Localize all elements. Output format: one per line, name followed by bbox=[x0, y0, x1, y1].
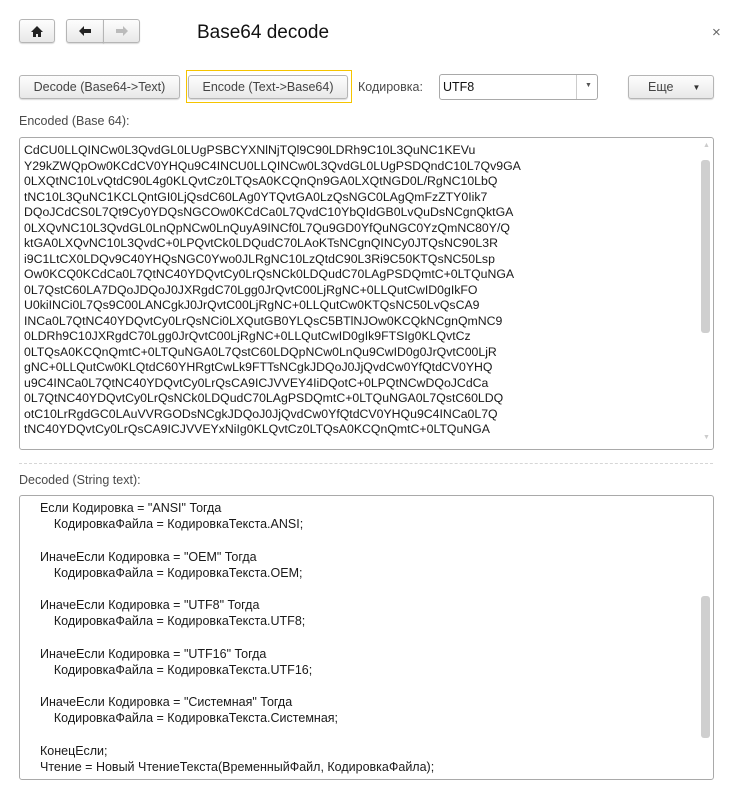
text-line bbox=[40, 532, 434, 548]
text-line: Y29kZWQpOw0KCdCV0YHQu9C4INCU0LLQINCw0L3Q… bbox=[24, 158, 521, 173]
page-title: Base64 decode bbox=[197, 22, 330, 43]
close-icon[interactable]: × bbox=[712, 24, 721, 41]
encoding-label: Кодировка: bbox=[358, 80, 423, 94]
dropdown-arrow-icon: ▼ bbox=[692, 82, 701, 92]
text-line: 0LDRh9C10JXRgdC70Lgg0JrQvtC00LjRgNC+0LLQ… bbox=[24, 329, 471, 343]
text-line: DQoJCdCS0L7Qt9Cy0YDQsNGCOw0KCdCa0L7QvdC1… bbox=[24, 205, 514, 219]
arrow-left-icon bbox=[79, 26, 91, 36]
text-line: КодировкаФайла = КодировкаТекста.UTF16; bbox=[40, 662, 313, 677]
text-line: ИначеЕсли Кодировка = "Системная" Тогда bbox=[40, 695, 293, 710]
text-line: u9C4INCa0L7QtNC40YDQvtCy0LrQsCA9ICJVVEY4… bbox=[24, 375, 489, 390]
text-line: 0LXQvNC10L3QvdGL0LnQpNCw0LnQuyA9INCf0L7Q… bbox=[24, 220, 510, 235]
forward-button[interactable] bbox=[103, 19, 140, 43]
encoded-scrollbar-thumb[interactable] bbox=[701, 160, 710, 333]
text-line: 0L7QtNC40YDQvtCy0LrQsNCk0LDQudC70LAgPSDQ… bbox=[24, 391, 504, 405]
text-line: 0L7QstC60LA7DQoJDQoJ0JXRgdC70Lgg0JrQvtC0… bbox=[24, 282, 478, 297]
text-line: U0kiINCi0L7Qs9C00LANCgkJ0JrQvtC00LjRgNC+… bbox=[24, 298, 480, 312]
text-line: 0LXQtNC10LvQtdC90L4g0KLQvtCz0LTQsA0KCQnQ… bbox=[24, 174, 498, 188]
text-line bbox=[40, 727, 434, 743]
encoded-label: Encoded (Base 64): bbox=[19, 114, 130, 128]
text-line: i9C1LtCX0LDQv9C40YHQsNGC0Ywo0JLRgNC10LzQ… bbox=[24, 251, 495, 266]
text-line: КодировкаФайла = КодировкаТекста.OEM; bbox=[40, 565, 303, 580]
chevron-down-icon[interactable]: ▼ bbox=[585, 82, 592, 89]
text-line: Если Кодировка = "ANSI" Тогда bbox=[40, 501, 222, 515]
encode-button[interactable]: Encode (Text->Base64) bbox=[188, 75, 348, 99]
text-line: ktGA0LXQvNC10L3QvdC+0LPQvtCk0LDQudC70LAo… bbox=[24, 236, 498, 250]
decoded-label: Decoded (String text): bbox=[19, 473, 141, 487]
text-line: 0LTQsA0KCQnQmtC+0LTQuNGA0L7QstC60LDQpNCw… bbox=[24, 344, 497, 359]
back-button[interactable] bbox=[66, 19, 104, 43]
text-line: ИначеЕсли Кодировка = "UTF16" Тогда bbox=[40, 646, 267, 661]
text-line: INCa0L7QtNC40YDQvtCy0LrQsNCi0LXQutGB0YLQ… bbox=[24, 313, 503, 328]
encoded-textarea[interactable]: CdCU0LLQINCw0L3QvdGL0LUgPSBCYXNlNjTQl9C9… bbox=[19, 137, 714, 450]
text-line: gNC+0LLQutCw0KLQtdC60YHRgtCwLk9FTTsNCgkJ… bbox=[24, 360, 493, 374]
decoded-textarea[interactable]: Если Кодировка = "ANSI" Тогда КодировкаФ… bbox=[19, 495, 714, 780]
decode-button[interactable]: Decode (Base64->Text) bbox=[19, 75, 180, 99]
text-line bbox=[40, 581, 434, 597]
more-button[interactable]: Еще ▼ bbox=[628, 75, 714, 99]
encoding-select[interactable]: UTF8 ▼ bbox=[439, 74, 598, 100]
text-line: ИначеЕсли Кодировка = "OEM" Тогда bbox=[40, 549, 257, 564]
home-icon bbox=[31, 25, 43, 37]
text-line: CdCU0LLQINCw0L3QvdGL0LUgPSBCYXNlNjTQl9C9… bbox=[24, 143, 476, 157]
text-line: Чтение = Новый ЧтениеТекста(ВременныйФай… bbox=[40, 760, 435, 774]
arrow-right-icon bbox=[115, 26, 128, 36]
text-line bbox=[40, 678, 434, 694]
text-line: КодировкаФайла = КодировкаТекста.ANSI; bbox=[40, 517, 304, 532]
home-button[interactable] bbox=[19, 19, 55, 43]
decoded-scrollbar-thumb[interactable] bbox=[701, 596, 710, 738]
text-line: КодировкаФайла = КодировкаТекста.Системн… bbox=[40, 711, 339, 726]
text-line: КонецЕсли; bbox=[40, 743, 108, 758]
text-line: ИначеЕсли Кодировка = "UTF8" Тогда bbox=[40, 598, 260, 613]
scroll-down-icon[interactable]: ▼ bbox=[703, 434, 710, 441]
text-line: tNC10L3QuNC1KCLQntGI0LjQsdC60LAg0YTQvtGA… bbox=[24, 189, 488, 204]
more-label: Еще bbox=[648, 80, 674, 94]
text-line: tNC40YDQvtCy0LrQsCA9ICJVVEYxNiIg0KLQvtCz… bbox=[24, 422, 490, 436]
encoding-value: UTF8 bbox=[443, 80, 475, 94]
scroll-up-icon[interactable]: ▲ bbox=[703, 142, 710, 149]
text-line: КодировкаФайла = КодировкаТекста.UTF8; bbox=[40, 614, 306, 629]
divider bbox=[19, 463, 713, 464]
text-line: otC10LrRgdGC0LAuVVRGODsNCgkJDQoJ0JjQvdCw… bbox=[24, 406, 498, 421]
text-line bbox=[40, 630, 434, 646]
text-line: Ow0KCQ0KCdCa0L7QtNC40YDQvtCy0LrQsNCk0LDQ… bbox=[24, 267, 515, 281]
